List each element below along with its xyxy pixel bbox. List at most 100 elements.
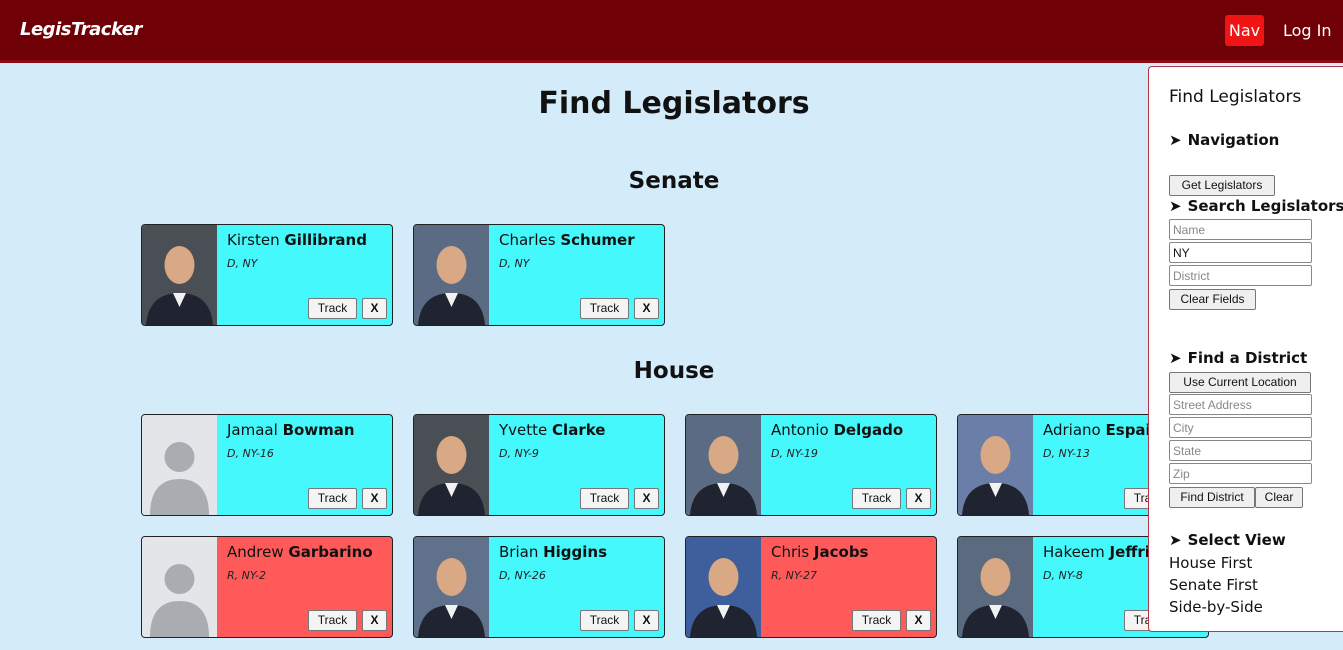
sidebar-title: Find Legislators (1169, 87, 1302, 107)
district-input[interactable] (1169, 265, 1312, 286)
track-button[interactable]: Track (308, 488, 357, 509)
legislator-last-name: Gillibrand (284, 231, 367, 249)
view-option-house-first[interactable]: House First (1169, 554, 1252, 572)
view-heading-label: Select View (1187, 531, 1286, 549)
house-legislator-card[interactable]: Andrew Garbarino R, NY-2 Track X (141, 536, 393, 638)
track-button[interactable]: Track (852, 610, 901, 631)
legislator-name: Jamaal Bowman (227, 421, 355, 439)
legislator-party-district: D, NY-16 (227, 447, 274, 460)
navigation-heading-label: Navigation (1187, 131, 1280, 149)
view-option-senate-first[interactable]: Senate First (1169, 576, 1258, 594)
portrait-photo (414, 225, 489, 325)
legislator-last-name: Bowman (282, 421, 355, 439)
legislator-first-name: Hakeem (1043, 543, 1105, 561)
legislator-last-name: Jacobs (813, 543, 869, 561)
legislator-last-name: Clarke (552, 421, 606, 439)
clear-address-button[interactable]: Clear (1255, 487, 1303, 508)
avatar-placeholder-icon (142, 537, 217, 637)
senate-legislator-card[interactable]: Charles Schumer D, NY Track X (413, 224, 665, 326)
legislator-last-name: Higgins (543, 543, 608, 561)
portrait-photo (958, 537, 1033, 637)
remove-button[interactable]: X (362, 298, 387, 319)
remove-button[interactable]: X (362, 488, 387, 509)
remove-button[interactable]: X (362, 610, 387, 631)
senate-legislator-card[interactable]: Kirsten Gillibrand D, NY Track X (141, 224, 393, 326)
legislator-party-district: D, NY (227, 257, 258, 270)
zip-input[interactable] (1169, 463, 1312, 484)
track-button[interactable]: Track (308, 610, 357, 631)
portrait-photo (414, 537, 489, 637)
legislator-first-name: Yvette (499, 421, 548, 439)
portrait-photo (958, 415, 1033, 515)
senate-heading: Senate (628, 168, 720, 194)
legislator-last-name: Schumer (560, 231, 635, 249)
house-legislator-card[interactable]: Chris Jacobs R, NY-27 Track X (685, 536, 937, 638)
search-heading-label: Search Legislators (1187, 197, 1343, 215)
clear-fields-button[interactable]: Clear Fields (1169, 289, 1256, 310)
state-address-input[interactable] (1169, 440, 1312, 461)
navigation-heading[interactable]: ➤ Navigation (1169, 131, 1279, 149)
legislator-party-district: D, NY (499, 257, 530, 270)
street-address-input[interactable] (1169, 394, 1312, 415)
legislator-first-name: Antonio (771, 421, 829, 439)
avatar-placeholder-icon (142, 415, 217, 515)
house-legislator-card[interactable]: Antonio Delgado D, NY-19 Track X (685, 414, 937, 516)
legislator-name: Charles Schumer (499, 231, 635, 249)
legislator-first-name: Adriano (1043, 421, 1101, 439)
legislator-party-district: D, NY-8 (1043, 569, 1083, 582)
legislator-party-district: R, NY-2 (227, 569, 267, 582)
legislator-name: Chris Jacobs (771, 543, 869, 561)
select-view-heading[interactable]: ➤ Select View (1169, 531, 1286, 549)
legislator-first-name: Andrew (227, 543, 284, 561)
track-button[interactable]: Track (580, 298, 629, 319)
legislator-party-district: D, NY-9 (499, 447, 539, 460)
track-button[interactable]: Track (852, 488, 901, 509)
legislator-first-name: Charles (499, 231, 556, 249)
house-heading: House (633, 358, 715, 384)
city-input[interactable] (1169, 417, 1312, 438)
legislator-first-name: Kirsten (227, 231, 280, 249)
house-legislator-card[interactable]: Jamaal Bowman D, NY-16 Track X (141, 414, 393, 516)
district-heading-label: Find a District (1187, 349, 1308, 367)
nav-toggle-button[interactable]: Nav (1225, 15, 1264, 46)
remove-button[interactable]: X (634, 488, 659, 509)
arrow-right-icon: ➤ (1169, 349, 1182, 367)
remove-button[interactable]: X (634, 610, 659, 631)
legislator-party-district: D, NY-19 (771, 447, 818, 460)
legislator-name: Antonio Delgado (771, 421, 903, 439)
portrait-photo (686, 537, 761, 637)
top-nav-bar: LegisTracker Nav Log In (0, 0, 1343, 63)
find-district-button[interactable]: Find District (1169, 487, 1255, 508)
track-button[interactable]: Track (580, 488, 629, 509)
portrait-photo (686, 415, 761, 515)
legislator-party-district: D, NY-13 (1043, 447, 1090, 460)
use-current-location-button[interactable]: Use Current Location (1169, 372, 1311, 393)
legislator-last-name: Garbarino (288, 543, 373, 561)
remove-button[interactable]: X (634, 298, 659, 319)
get-legislators-button[interactable]: Get Legislators (1169, 175, 1275, 196)
legislator-first-name: Jamaal (227, 421, 278, 439)
arrow-right-icon: ➤ (1169, 197, 1182, 215)
legislator-party-district: R, NY-27 (771, 569, 818, 582)
arrow-right-icon: ➤ (1169, 531, 1182, 549)
house-legislator-card[interactable]: Brian Higgins D, NY-26 Track X (413, 536, 665, 638)
login-link[interactable]: Log In (1283, 21, 1332, 40)
page-title: Find Legislators (538, 86, 810, 121)
arrow-right-icon: ➤ (1169, 131, 1182, 149)
name-input[interactable] (1169, 219, 1312, 240)
brand-logo[interactable]: LegisTracker (20, 19, 142, 40)
state-input[interactable] (1169, 242, 1312, 263)
nav-sidebar: Find Legislators ➤ Navigation Get Legisla… (1148, 66, 1343, 632)
legislator-last-name: Delgado (833, 421, 904, 439)
view-option-side-by-side[interactable]: Side-by-Side (1169, 598, 1263, 616)
portrait-photo (414, 415, 489, 515)
track-button[interactable]: Track (308, 298, 357, 319)
house-legislator-card[interactable]: Yvette Clarke D, NY-9 Track X (413, 414, 665, 516)
find-district-heading[interactable]: ➤ Find a District (1169, 349, 1307, 367)
remove-button[interactable]: X (906, 610, 931, 631)
legislator-name: Brian Higgins (499, 543, 607, 561)
remove-button[interactable]: X (906, 488, 931, 509)
legislator-first-name: Brian (499, 543, 539, 561)
track-button[interactable]: Track (580, 610, 629, 631)
search-legislators-heading[interactable]: ➤ Search Legislators (1169, 197, 1343, 215)
